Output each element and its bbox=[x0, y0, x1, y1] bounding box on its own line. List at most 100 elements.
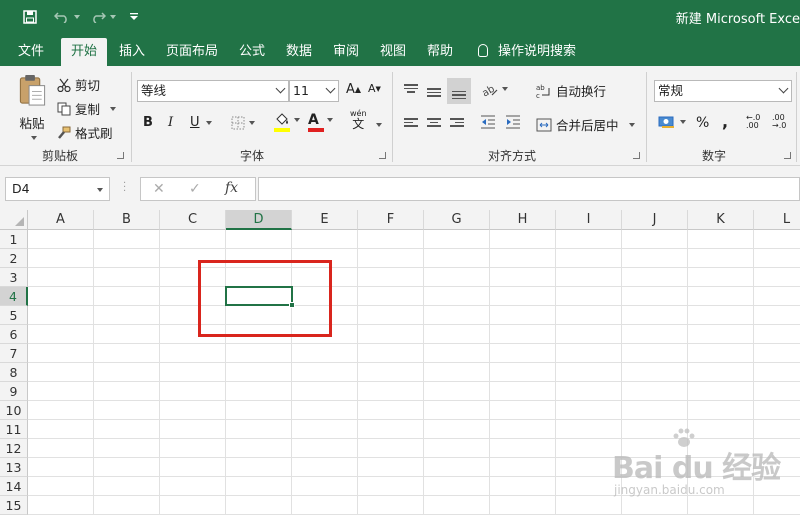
row-header-6[interactable]: 6 bbox=[0, 325, 28, 344]
name-box[interactable]: D4 bbox=[5, 177, 110, 201]
font-size-dropdown[interactable]: 11 bbox=[289, 80, 339, 102]
alignment-group-label: 对齐方式 bbox=[487, 149, 536, 163]
chevron-down-icon[interactable] bbox=[376, 123, 382, 127]
font-name-dropdown[interactable]: 等线 bbox=[137, 80, 289, 102]
cut-label: 剪切 bbox=[75, 78, 101, 93]
increase-decimal-icon: ←.0.00 bbox=[746, 113, 761, 130]
cut-button[interactable]: 剪切 bbox=[57, 75, 100, 94]
font-color-button[interactable]: A bbox=[308, 112, 333, 132]
copy-button[interactable]: 复制 bbox=[57, 99, 117, 118]
shrink-font-button[interactable]: A ▼ bbox=[368, 82, 381, 95]
column-header-L[interactable]: L bbox=[754, 210, 800, 230]
copy-icon bbox=[57, 102, 71, 115]
increase-indent-button[interactable] bbox=[505, 115, 521, 129]
row-header-3[interactable]: 3 bbox=[0, 268, 28, 287]
tab-insert[interactable]: 插入 bbox=[112, 38, 152, 66]
increase-decimal-button[interactable]: ←.0.00 bbox=[746, 114, 760, 130]
align-right-button[interactable] bbox=[450, 116, 464, 129]
alignment-launcher-icon[interactable] bbox=[633, 152, 640, 159]
row-header-7[interactable]: 7 bbox=[0, 344, 28, 363]
row-header-8[interactable]: 8 bbox=[0, 363, 28, 382]
chevron-down-icon bbox=[326, 118, 333, 122]
accounting-format-button[interactable] bbox=[658, 115, 686, 129]
font-size-value: 11 bbox=[293, 83, 309, 98]
row-header-11[interactable]: 11 bbox=[0, 420, 28, 439]
number-launcher-icon[interactable] bbox=[784, 152, 791, 159]
comma-style-button[interactable]: , bbox=[722, 112, 728, 131]
wrap-text-button[interactable]: ab c 自动换行 bbox=[536, 81, 606, 100]
insert-function-icon[interactable]: fx bbox=[225, 180, 238, 196]
redo-icon[interactable] bbox=[88, 8, 118, 26]
row-header-13[interactable]: 13 bbox=[0, 458, 28, 477]
decrease-indent-button[interactable] bbox=[480, 115, 496, 129]
align-top-button[interactable] bbox=[404, 82, 418, 95]
paste-button[interactable]: 粘贴 bbox=[14, 74, 50, 140]
tab-formulas[interactable]: 公式 bbox=[232, 38, 272, 66]
tab-home[interactable]: 开始 bbox=[61, 38, 107, 66]
row-header-2[interactable]: 2 bbox=[0, 249, 28, 268]
align-left-button[interactable] bbox=[404, 116, 418, 129]
column-header-G[interactable]: G bbox=[424, 210, 490, 230]
column-header-A[interactable]: A bbox=[28, 210, 94, 230]
column-header-J[interactable]: J bbox=[622, 210, 688, 230]
enter-icon[interactable]: ✓ bbox=[189, 181, 201, 197]
column-header-K[interactable]: K bbox=[688, 210, 754, 230]
tell-me-search[interactable]: 操作说明搜索 bbox=[478, 38, 588, 66]
column-header-H[interactable]: H bbox=[490, 210, 556, 230]
row-header-14[interactable]: 14 bbox=[0, 477, 28, 496]
row-header-1[interactable]: 1 bbox=[0, 230, 28, 249]
clipboard-launcher-icon[interactable] bbox=[117, 152, 124, 159]
column-header-E[interactable]: E bbox=[292, 210, 358, 230]
underline-button[interactable]: U bbox=[190, 115, 212, 130]
save-icon[interactable] bbox=[20, 8, 40, 26]
tab-page-layout[interactable]: 页面布局 bbox=[160, 38, 224, 66]
row-header-5[interactable]: 5 bbox=[0, 306, 28, 325]
fill-color-button[interactable] bbox=[274, 113, 300, 132]
row-header-15[interactable]: 15 bbox=[0, 496, 28, 515]
percent-icon: % bbox=[696, 115, 710, 131]
phonetic-guide-button[interactable]: wén 文 bbox=[350, 110, 367, 131]
row-header-4[interactable]: 4 bbox=[0, 287, 28, 306]
tab-help[interactable]: 帮助 bbox=[420, 38, 460, 66]
formula-buttons: ✕ ✓ fx bbox=[140, 177, 256, 201]
font-launcher-icon[interactable] bbox=[379, 152, 386, 159]
orientation-button[interactable]: ab bbox=[480, 81, 508, 97]
column-header-D[interactable]: D bbox=[226, 210, 292, 230]
italic-button[interactable]: I bbox=[168, 115, 173, 130]
font-color-swatch bbox=[308, 128, 324, 132]
column-header-F[interactable]: F bbox=[358, 210, 424, 230]
customize-qat-icon[interactable] bbox=[126, 8, 142, 26]
row-header-10[interactable]: 10 bbox=[0, 401, 28, 420]
column-header-B[interactable]: B bbox=[94, 210, 160, 230]
tab-view[interactable]: 视图 bbox=[373, 38, 413, 66]
copy-label: 复制 bbox=[75, 102, 101, 117]
formula-bar: D4 · · · ✕ ✓ fx bbox=[0, 166, 800, 210]
row-header-12[interactable]: 12 bbox=[0, 439, 28, 458]
bold-button[interactable]: B bbox=[143, 115, 153, 130]
select-all-button[interactable] bbox=[0, 210, 28, 230]
merge-center-button[interactable]: 合并后居中 bbox=[536, 115, 635, 134]
undo-icon[interactable] bbox=[52, 8, 82, 26]
grow-font-button[interactable]: A ▲ bbox=[346, 82, 361, 97]
percent-style-button[interactable]: % bbox=[696, 115, 709, 131]
row-header-9[interactable]: 9 bbox=[0, 382, 28, 401]
formula-input[interactable] bbox=[258, 177, 800, 201]
tab-file[interactable]: 文件 bbox=[8, 38, 54, 66]
cancel-icon[interactable]: ✕ bbox=[153, 181, 165, 197]
gridline bbox=[423, 230, 424, 515]
format-painter-button[interactable]: 格式刷 bbox=[57, 123, 113, 142]
decrease-decimal-icon: .00 →.0 bbox=[772, 113, 787, 130]
tab-review[interactable]: 审阅 bbox=[326, 38, 366, 66]
align-center-button[interactable] bbox=[427, 116, 441, 129]
number-format-dropdown[interactable]: 常规 bbox=[654, 80, 792, 102]
align-middle-icon bbox=[427, 86, 441, 99]
tab-data[interactable]: 数据 bbox=[279, 38, 319, 66]
column-header-C[interactable]: C bbox=[160, 210, 226, 230]
decrease-decimal-button[interactable]: .00 →.0 bbox=[772, 114, 786, 130]
column-header-I[interactable]: I bbox=[556, 210, 622, 230]
gridline bbox=[93, 230, 94, 515]
align-middle-button[interactable] bbox=[427, 86, 441, 99]
number-group-label: 数字 bbox=[701, 149, 726, 163]
align-bottom-button[interactable] bbox=[447, 78, 471, 104]
borders-button[interactable] bbox=[231, 116, 255, 130]
